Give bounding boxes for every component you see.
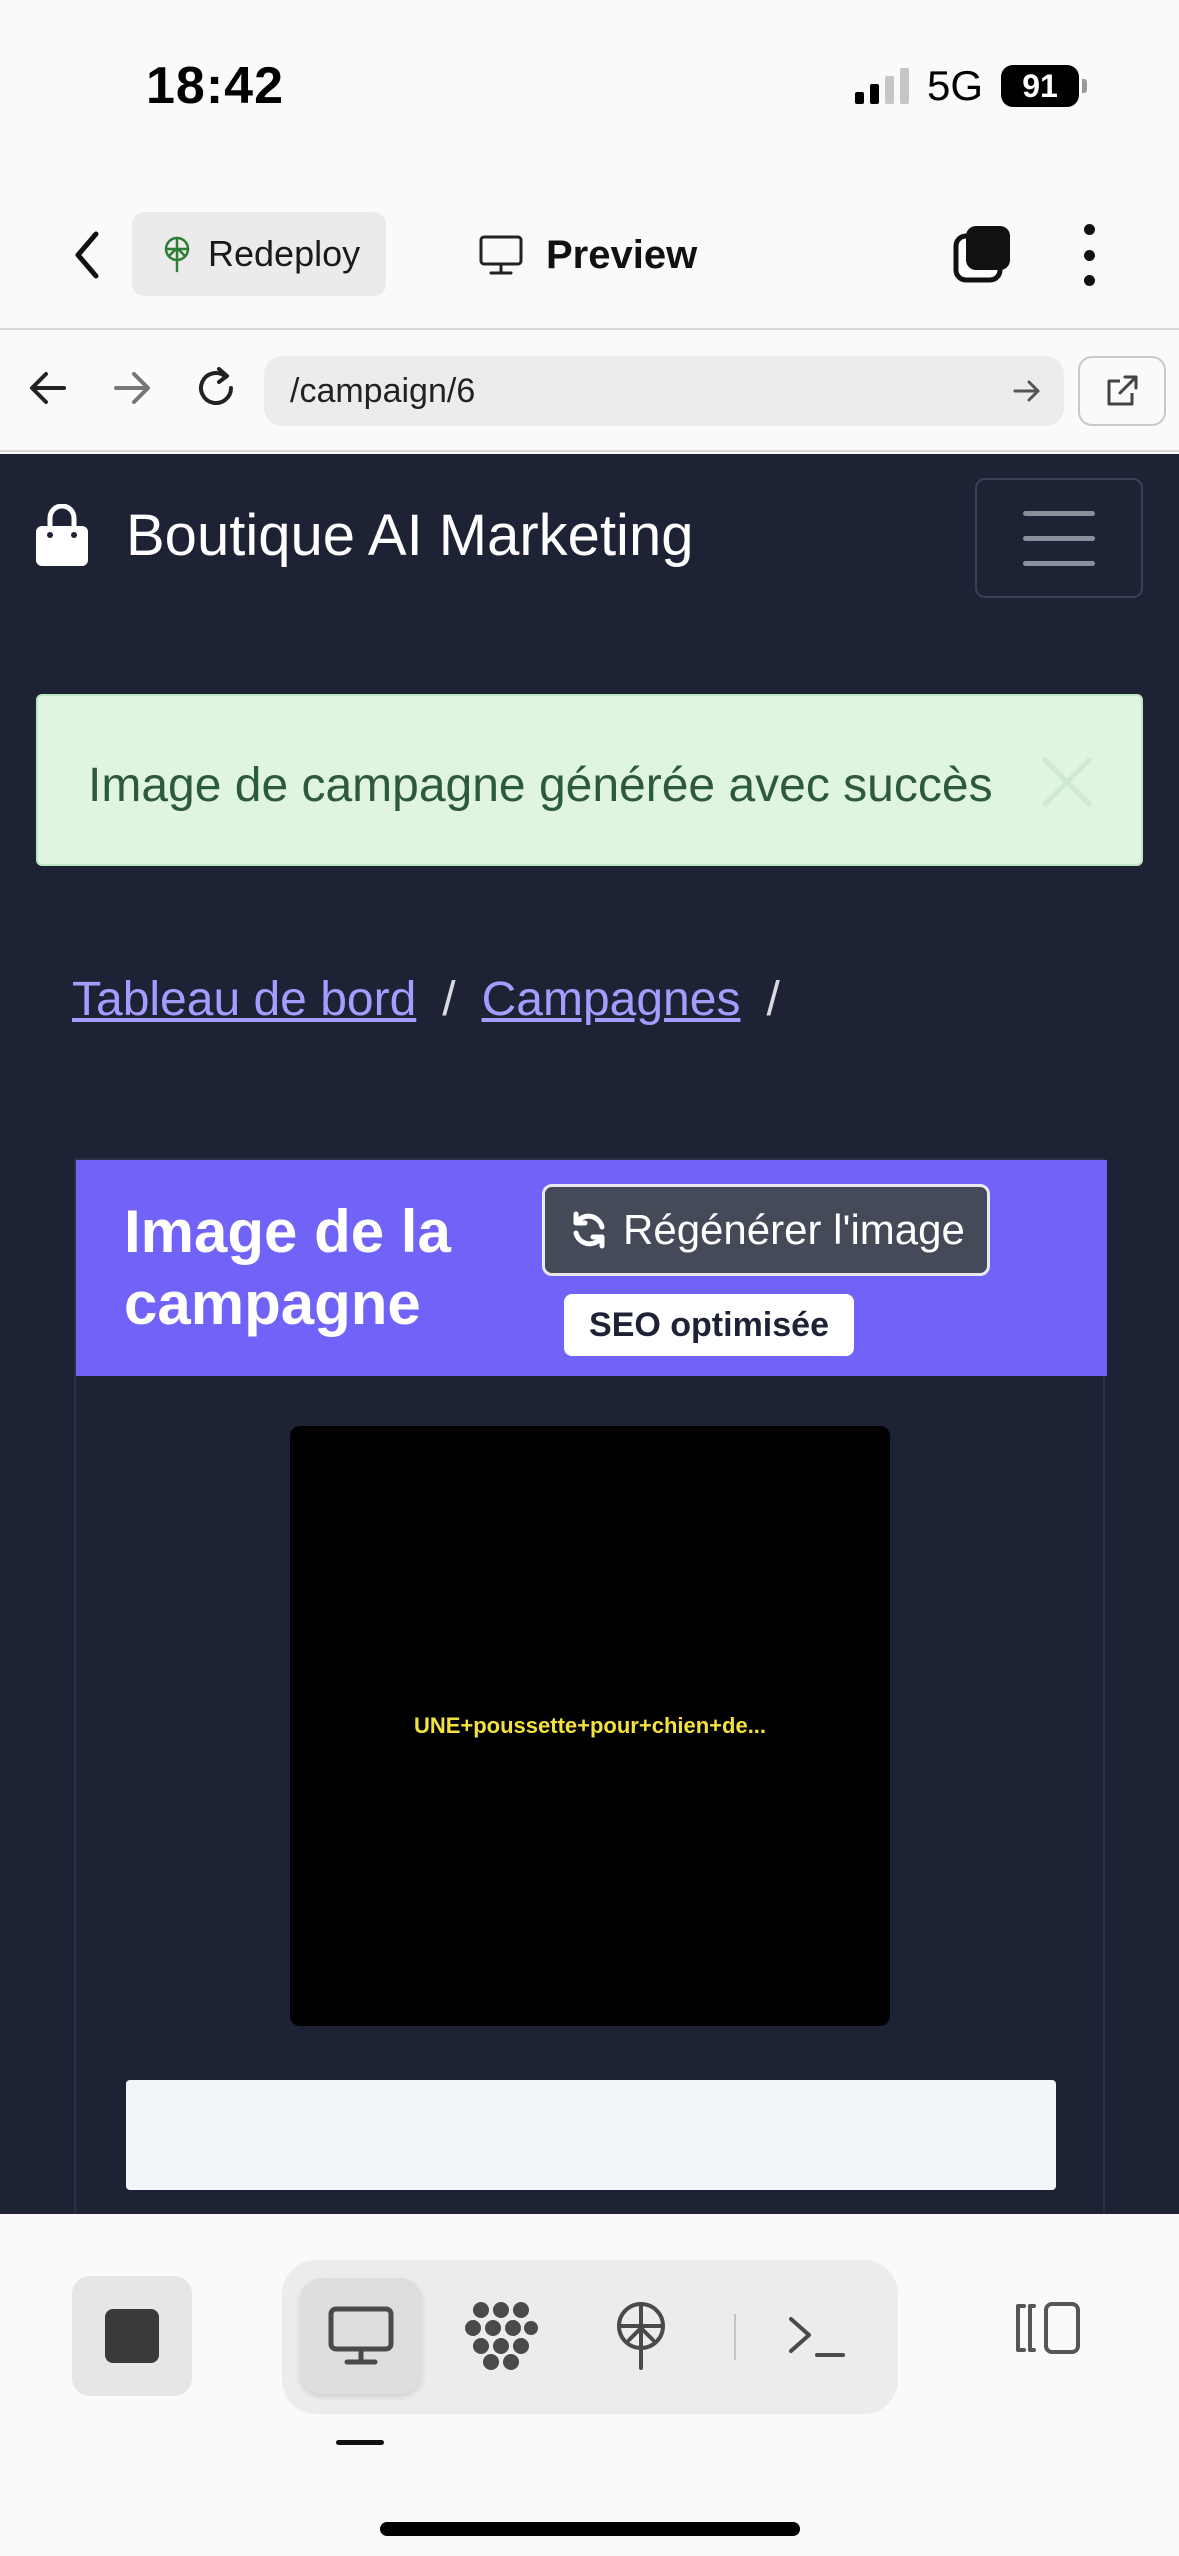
regenerate-label: Régénérer l'image xyxy=(623,1206,965,1253)
campaign-image: UNE+poussette+pour+chien+de... xyxy=(290,1426,890,2026)
campaign-text-area[interactable] xyxy=(126,2080,1056,2190)
browser-bar: /campaign/6 xyxy=(0,332,1179,452)
battery-icon: 91 xyxy=(1001,65,1087,107)
bottom-toolbar xyxy=(0,2214,1179,2556)
refresh-icon xyxy=(573,1211,605,1249)
tab-preview[interactable] xyxy=(300,2278,422,2394)
url-text: /campaign/6 xyxy=(290,371,476,410)
brand-name[interactable]: Boutique AI Marketing xyxy=(126,502,693,569)
card-header: Image de la campagne Régénérer l'image S… xyxy=(76,1160,1107,1376)
preview-button[interactable]: Preview xyxy=(478,220,697,290)
card-title: Image de la campagne xyxy=(124,1198,451,1337)
preview-label: Preview xyxy=(546,232,698,277)
regenerate-image-button[interactable]: Régénérer l'image xyxy=(542,1184,990,1276)
url-field[interactable]: /campaign/6 xyxy=(264,356,1064,426)
more-options-icon[interactable] xyxy=(1074,224,1104,286)
deploy-icon xyxy=(617,2302,665,2370)
signal-icon xyxy=(854,68,909,104)
battery-level: 91 xyxy=(1022,67,1058,104)
back-chevron-icon[interactable] xyxy=(62,222,112,288)
web-page: Boutique AI Marketing Image de campagne … xyxy=(0,454,1179,2214)
terminal-icon xyxy=(789,2317,845,2357)
monitor-icon xyxy=(479,235,523,275)
status-bar: 18:42 5G 91 xyxy=(0,0,1179,180)
tabs-icon[interactable] xyxy=(952,224,1012,284)
breadcrumb-dashboard[interactable]: Tableau de bord xyxy=(72,972,416,1027)
breadcrumb-separator: / xyxy=(442,973,456,1026)
monitor-icon xyxy=(328,2306,394,2365)
tab-terminal[interactable] xyxy=(756,2278,878,2394)
seo-badge: SEO optimisée xyxy=(564,1294,854,1356)
home-indicator xyxy=(380,2522,800,2536)
status-indicators: 5G 91 xyxy=(854,62,1087,110)
close-icon[interactable] xyxy=(1039,754,1095,810)
redeploy-label: Redeploy xyxy=(208,233,361,274)
breadcrumb-campaigns[interactable]: Campagnes xyxy=(482,972,741,1027)
active-tab-indicator xyxy=(336,2440,384,2445)
nav-forward-icon[interactable] xyxy=(102,358,162,418)
stop-icon xyxy=(105,2309,159,2363)
cluster-icon xyxy=(465,2302,538,2370)
open-external-button[interactable] xyxy=(1078,356,1166,426)
redeploy-button[interactable]: Redeploy xyxy=(132,212,386,296)
status-time: 18:42 xyxy=(146,57,284,115)
panel-toggle-icon xyxy=(1016,2302,1080,2354)
reload-icon[interactable] xyxy=(186,358,246,418)
breadcrumb: Tableau de bord / Campagnes / xyxy=(72,972,806,1027)
panel-toggle-button[interactable] xyxy=(1008,2288,1088,2368)
divider xyxy=(734,2314,736,2360)
network-label: 5G xyxy=(926,62,983,109)
breadcrumb-separator: / xyxy=(766,973,780,1026)
stop-button[interactable] xyxy=(72,2276,192,2396)
site-navbar: Boutique AI Marketing xyxy=(0,454,1179,624)
go-arrow-icon[interactable] xyxy=(1010,374,1044,408)
deploy-icon xyxy=(164,236,190,273)
image-caption: UNE+poussette+pour+chien+de... xyxy=(413,1713,767,1738)
seo-badge-label: SEO optimisée xyxy=(589,1305,829,1344)
success-alert: Image de campagne générée avec succès xyxy=(36,694,1143,866)
campaign-image-card: Image de la campagne Régénérer l'image S… xyxy=(74,1158,1107,2214)
tab-deploy[interactable] xyxy=(580,2278,702,2394)
shopping-bag-icon xyxy=(36,504,88,566)
nav-back-icon[interactable] xyxy=(18,358,78,418)
hamburger-menu-icon[interactable] xyxy=(975,478,1143,598)
app-toolbar: Redeploy Preview xyxy=(0,180,1179,330)
tab-cluster[interactable] xyxy=(440,2278,562,2394)
view-switcher xyxy=(282,2260,898,2414)
external-link-icon xyxy=(1107,375,1138,406)
alert-message: Image de campagne générée avec succès xyxy=(88,759,993,812)
